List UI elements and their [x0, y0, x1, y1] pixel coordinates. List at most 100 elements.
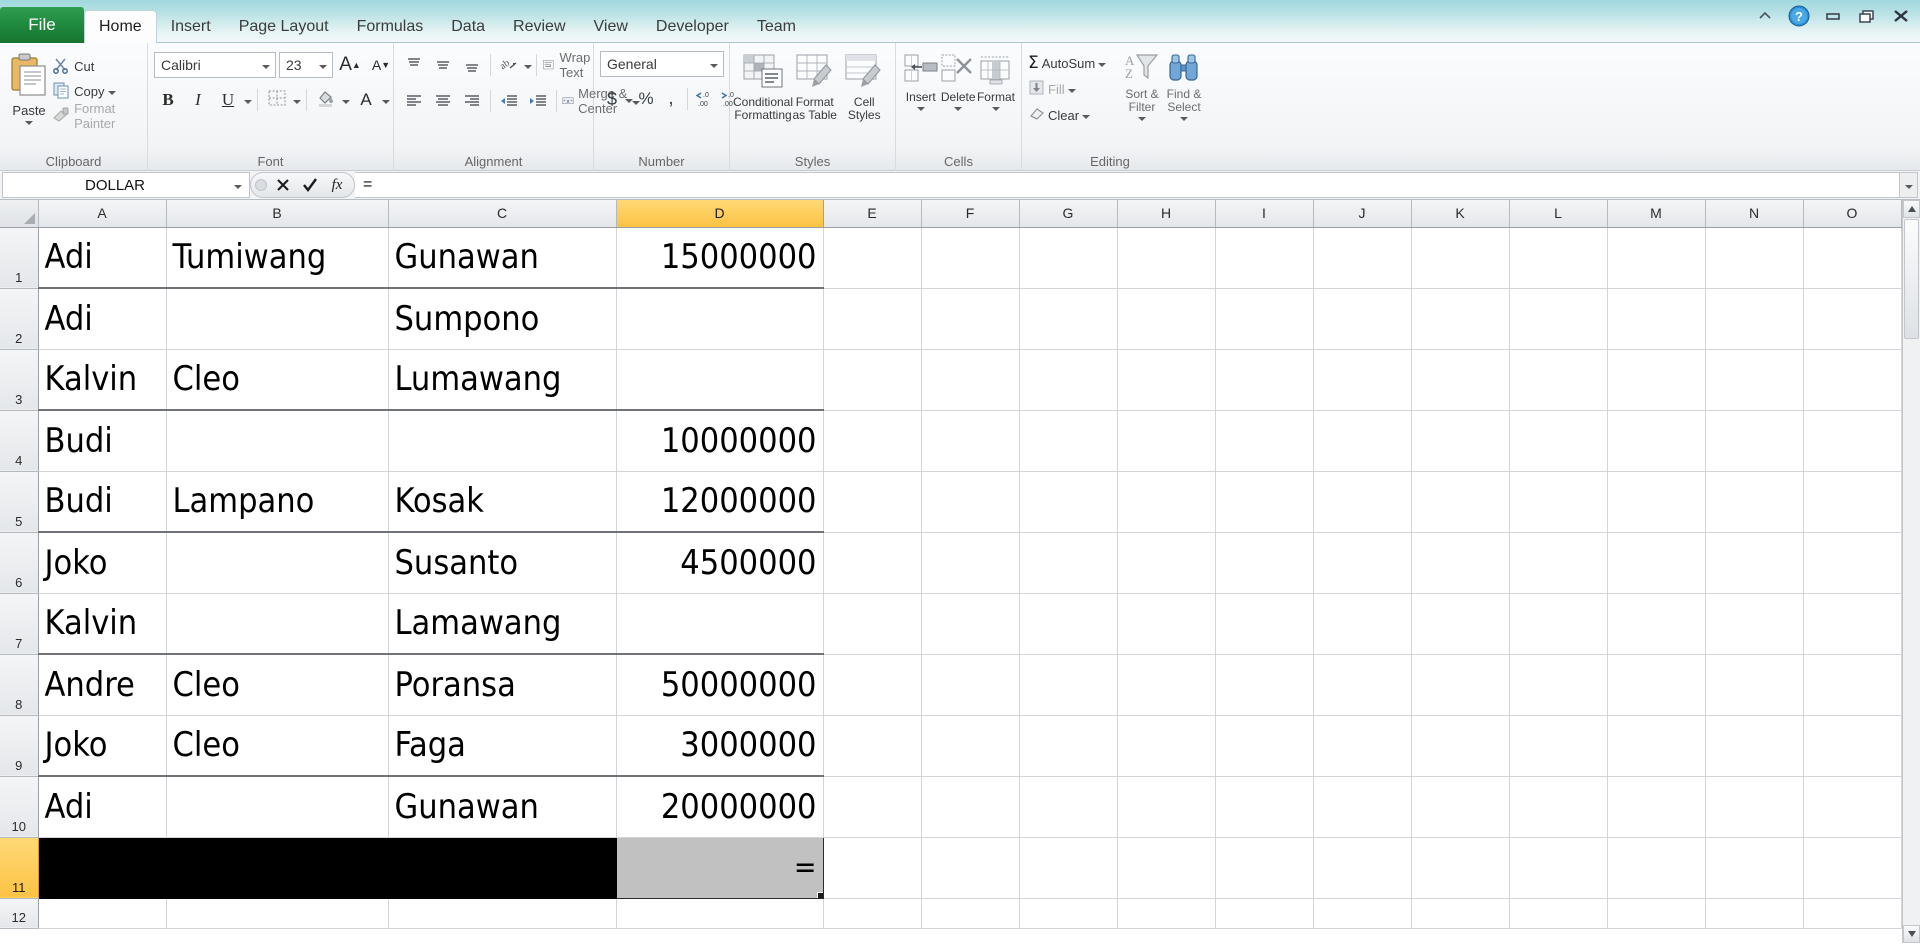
cell-C11[interactable] [388, 837, 617, 899]
top-align-button[interactable] [400, 51, 428, 79]
cell-L10[interactable] [1509, 776, 1608, 838]
cell-A2[interactable]: Adi [38, 288, 167, 350]
cell-I10[interactable] [1215, 776, 1314, 838]
chevron-down-icon[interactable] [382, 99, 390, 104]
column-header-b[interactable]: B [166, 200, 389, 228]
cell-G3[interactable] [1019, 349, 1118, 411]
cell-J8[interactable] [1313, 654, 1412, 716]
underline-button[interactable]: U [214, 86, 242, 114]
cell-G10[interactable] [1019, 776, 1118, 838]
cell-C4[interactable] [388, 410, 617, 472]
insert-cells-button[interactable]: Insert [902, 53, 939, 111]
cell-O9[interactable] [1803, 715, 1902, 777]
row-header-11[interactable]: 11 [0, 837, 39, 899]
cell-L4[interactable] [1509, 410, 1608, 472]
row-header-7[interactable]: 7 [0, 593, 39, 655]
cell-O4[interactable] [1803, 410, 1902, 472]
cell-D8[interactable]: 50000000 [616, 654, 824, 716]
cell-N8[interactable] [1705, 654, 1804, 716]
cell-I1[interactable] [1215, 227, 1314, 289]
chevron-down-icon[interactable] [916, 107, 925, 111]
cell-O11[interactable] [1803, 837, 1902, 899]
cell-I4[interactable] [1215, 410, 1314, 472]
cell-J5[interactable] [1313, 471, 1412, 533]
cell-D6[interactable]: 4500000 [616, 532, 824, 594]
chevron-down-icon[interactable] [259, 62, 273, 69]
row-header-10[interactable]: 10 [0, 776, 39, 838]
cell-A6[interactable]: Joko [38, 532, 167, 594]
cell-I8[interactable] [1215, 654, 1314, 716]
expand-formula-bar-button[interactable] [1900, 172, 1918, 198]
worksheet-grid[interactable]: A B C D E F G H I J K L M N O 1 Adi Tumiwang Gunawan 150000… [0, 200, 1902, 943]
cell-C2[interactable]: Sumpono [388, 288, 617, 350]
cell-C3[interactable]: Lumawang [388, 349, 617, 411]
copy-button[interactable]: Copy [52, 80, 141, 102]
cell-F4[interactable] [921, 410, 1020, 472]
scrollbar-track[interactable] [1903, 340, 1920, 925]
increase-decimal-button[interactable]: .0 .00 [692, 85, 716, 113]
chevron-down-icon[interactable] [1138, 117, 1146, 121]
chevron-down-icon[interactable] [25, 121, 34, 125]
cell-G8[interactable] [1019, 654, 1118, 716]
column-header-f[interactable]: F [921, 200, 1020, 228]
formula-input[interactable]: = [355, 172, 1900, 198]
cell-J11[interactable] [1313, 837, 1412, 899]
cell-F8[interactable] [921, 654, 1020, 716]
cell-N2[interactable] [1705, 288, 1804, 350]
cell-H5[interactable] [1117, 471, 1216, 533]
column-header-g[interactable]: G [1019, 200, 1118, 228]
cell-A5[interactable]: Budi [38, 471, 167, 533]
cell-A3[interactable]: Kalvin [38, 349, 167, 411]
cell-K9[interactable] [1411, 715, 1510, 777]
tab-view[interactable]: View [580, 11, 642, 43]
orientation-button[interactable]: ab [495, 51, 523, 79]
cell-B3[interactable]: Cleo [166, 349, 389, 411]
cell-I9[interactable] [1215, 715, 1314, 777]
cell-M7[interactable] [1607, 593, 1706, 655]
cell-E8[interactable] [823, 654, 922, 716]
cell-G1[interactable] [1019, 227, 1118, 289]
cell-O7[interactable] [1803, 593, 1902, 655]
column-header-k[interactable]: K [1411, 200, 1510, 228]
format-as-table-button[interactable]: Format as Table [790, 53, 840, 122]
minimize-icon[interactable] [1822, 6, 1844, 26]
cell-I7[interactable] [1215, 593, 1314, 655]
cell-I5[interactable] [1215, 471, 1314, 533]
cell-C7[interactable]: Lamawang [388, 593, 617, 655]
cell-K12[interactable] [1411, 898, 1510, 929]
restore-icon[interactable] [1856, 6, 1878, 26]
row-header-3[interactable]: 3 [0, 349, 39, 411]
cell-N7[interactable] [1705, 593, 1804, 655]
chevron-down-icon[interactable] [293, 99, 301, 104]
cell-H8[interactable] [1117, 654, 1216, 716]
column-header-j[interactable]: J [1313, 200, 1412, 228]
cell-C10[interactable]: Gunawan [388, 776, 617, 838]
cell-G7[interactable] [1019, 593, 1118, 655]
cell-C5[interactable]: Kosak [388, 471, 617, 533]
cell-A10[interactable]: Adi [38, 776, 167, 838]
cell-M4[interactable] [1607, 410, 1706, 472]
cell-H9[interactable] [1117, 715, 1216, 777]
cell-M6[interactable] [1607, 532, 1706, 594]
cell-H6[interactable] [1117, 532, 1216, 594]
clear-button[interactable]: Clear [1028, 103, 1120, 127]
cell-E1[interactable] [823, 227, 922, 289]
confirm-edit-button[interactable] [297, 173, 323, 197]
cell-J10[interactable] [1313, 776, 1412, 838]
cell-M11[interactable] [1607, 837, 1706, 899]
cell-K7[interactable] [1411, 593, 1510, 655]
decrease-indent-button[interactable] [495, 87, 523, 115]
cell-L12[interactable] [1509, 898, 1608, 929]
cell-N12[interactable] [1705, 898, 1804, 929]
cell-G9[interactable] [1019, 715, 1118, 777]
cell-H1[interactable] [1117, 227, 1216, 289]
borders-button[interactable] [263, 86, 291, 114]
fill-color-button[interactable] [312, 86, 340, 114]
cell-G6[interactable] [1019, 532, 1118, 594]
cell-O3[interactable] [1803, 349, 1902, 411]
cell-F9[interactable] [921, 715, 1020, 777]
cell-M10[interactable] [1607, 776, 1706, 838]
row-header-1[interactable]: 1 [0, 227, 39, 289]
cell-D10[interactable]: 20000000 [616, 776, 824, 838]
scroll-up-button[interactable] [1903, 200, 1920, 218]
